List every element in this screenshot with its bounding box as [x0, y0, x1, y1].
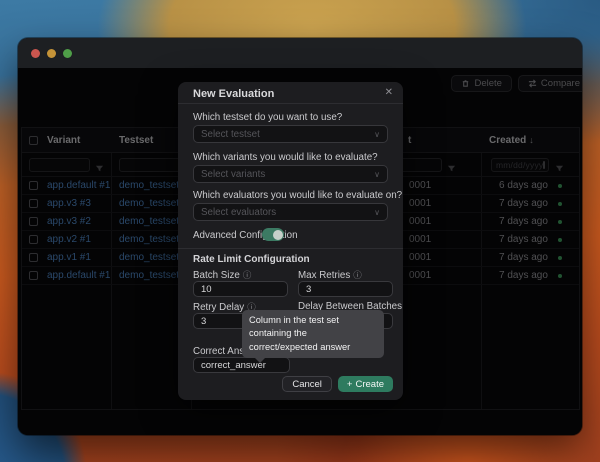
section-divider — [178, 248, 403, 249]
modal-footer: Cancel + Create — [282, 376, 393, 392]
info-icon[interactable]: ⓘ — [243, 269, 252, 281]
testset-select[interactable]: Select testset ∨ — [193, 125, 388, 143]
chevron-down-icon: ∨ — [374, 170, 380, 179]
plus-icon: + — [347, 379, 353, 390]
create-button-label: Create — [355, 379, 384, 390]
new-evaluation-modal: New Evaluation ✕ Which testset do you wa… — [178, 82, 403, 400]
close-icon[interactable]: ✕ — [385, 87, 393, 98]
minimize-window-button[interactable] — [47, 49, 56, 58]
variants-select[interactable]: Select variants ∨ — [193, 165, 388, 183]
create-button[interactable]: + Create — [338, 376, 393, 392]
evaluators-question-label: Which evaluators you would like to evalu… — [193, 190, 402, 201]
window-content: Delete Compare Variant Testset t Created… — [18, 68, 582, 435]
tooltip-text: Column in the test set containing the co… — [249, 315, 350, 352]
rate-limit-heading: Rate Limit Configuration — [193, 254, 310, 265]
variants-select-placeholder: Select variants — [201, 169, 374, 180]
max-retries-value: 3 — [306, 284, 311, 295]
retry-delay-label-text: Retry Delay — [193, 302, 244, 313]
max-retries-label-text: Max Retries — [298, 270, 350, 281]
batch-size-label-text: Batch Size — [193, 270, 240, 281]
cancel-button-label: Cancel — [292, 379, 322, 390]
max-retries-input[interactable]: 3 — [298, 281, 393, 297]
close-window-button[interactable] — [31, 49, 40, 58]
evaluators-select[interactable]: Select evaluators ∨ — [193, 203, 388, 221]
batch-size-input[interactable]: 10 — [193, 281, 288, 297]
batch-size-label: Batch Sizeⓘ — [193, 269, 251, 281]
testset-question-label: Which testset do you want to use? — [193, 112, 342, 123]
toggle-knob — [273, 230, 283, 240]
correct-answer-tooltip: Column in the test set containing the co… — [242, 310, 384, 358]
max-retries-label: Max Retriesⓘ — [298, 269, 362, 281]
testset-select-placeholder: Select testset — [201, 129, 374, 140]
variants-question-label: Which variants you would like to evaluat… — [193, 152, 378, 163]
chevron-down-icon: ∨ — [374, 130, 380, 139]
window-titlebar — [18, 38, 582, 68]
chevron-down-icon: ∨ — [374, 208, 380, 217]
correct-answer-column-input[interactable]: correct_answer — [193, 357, 290, 373]
modal-header: New Evaluation ✕ — [178, 82, 403, 104]
tooltip-arrow — [255, 358, 265, 363]
app-window: Delete Compare Variant Testset t Created… — [18, 38, 582, 435]
modal-title: New Evaluation — [193, 88, 274, 100]
cancel-button[interactable]: Cancel — [282, 376, 332, 392]
advanced-config-toggle[interactable] — [262, 228, 284, 241]
evaluators-select-placeholder: Select evaluators — [201, 207, 374, 218]
batch-size-value: 10 — [201, 284, 212, 295]
info-icon[interactable]: ⓘ — [353, 269, 362, 281]
retry-delay-value: 3 — [201, 316, 206, 327]
zoom-window-button[interactable] — [63, 49, 72, 58]
